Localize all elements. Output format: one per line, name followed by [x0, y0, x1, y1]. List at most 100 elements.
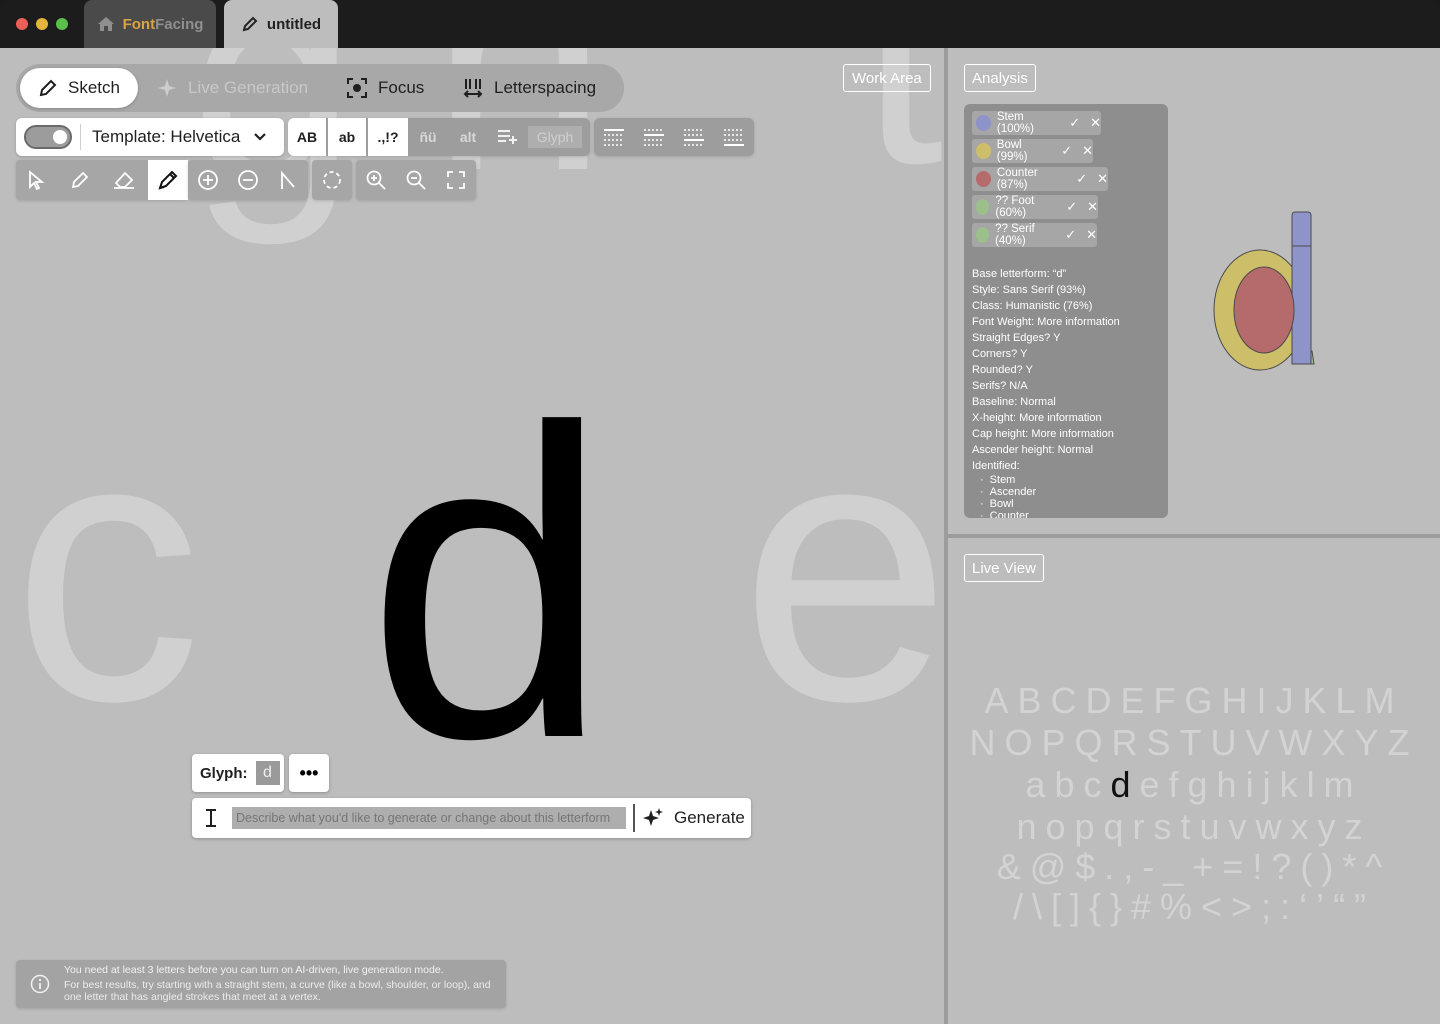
analysis-card: Stem (100%) ✓ ✕ Bowl (99%) ✓ ✕ Counter (87…	[964, 104, 1168, 518]
punctuation-button[interactable]: .,!?	[368, 118, 408, 156]
identified-item: Stem	[980, 474, 1120, 486]
pencil-icon	[71, 171, 89, 189]
glyph-selector-label: Glyph:	[200, 764, 248, 782]
title-bar: FontFacing untitled	[0, 0, 1440, 48]
analysis-details: Base letterform: “d” Style: Sans Serif (…	[972, 266, 1120, 518]
guides-xheight-button[interactable]	[634, 118, 674, 158]
glyph-selector[interactable]: Glyph: d	[192, 754, 284, 792]
mode-letterspacing-label: Letterspacing	[494, 78, 597, 97]
tab-untitled[interactable]: untitled	[224, 0, 338, 48]
feature-label: Stem (100%)	[996, 111, 1034, 135]
live-view-panel: Live View ABCDEFGHIJKLM NOPQRSTUVWXYZ ab…	[948, 538, 1440, 1024]
close-icon[interactable]: ✕	[1097, 171, 1108, 187]
lasso-tool[interactable]	[312, 160, 352, 200]
info-line-1: You need at least 3 letters before you c…	[64, 964, 444, 976]
uppercase-button[interactable]: AB	[288, 118, 326, 156]
feature-label: ?? Foot (60%)	[995, 195, 1035, 219]
close-icon[interactable]: ✕	[1090, 115, 1101, 131]
focus-icon	[347, 78, 367, 98]
guides-baseline-button[interactable]	[674, 118, 714, 158]
work-area-label: Work Area	[843, 64, 931, 92]
zoom-window-button[interactable]	[56, 18, 68, 30]
check-icon[interactable]: ✓	[1061, 143, 1072, 159]
pencil-icon	[39, 79, 57, 97]
divider	[633, 804, 635, 832]
more-options-button[interactable]: •••	[289, 754, 329, 792]
diacritics-button[interactable]: ñü	[410, 118, 446, 156]
lasso-icon	[323, 171, 341, 189]
foot-color-dot	[976, 199, 990, 215]
template-select[interactable]: Template: Helvetica	[92, 127, 240, 147]
detail-line: Identified:	[972, 460, 1020, 472]
mode-bar: Sketch Live Generation Focus Letterspaci…	[16, 64, 624, 112]
main-glyph[interactable]: d	[366, 365, 611, 805]
check-icon[interactable]: ✓	[1069, 115, 1080, 131]
check-icon[interactable]: ✓	[1066, 199, 1077, 215]
corner-point-tool[interactable]	[268, 160, 308, 200]
mode-live-generation[interactable]: Live Generation	[156, 68, 308, 108]
close-icon[interactable]: ✕	[1086, 227, 1097, 243]
sparkle-icon	[158, 79, 176, 97]
prompt-bar: Generate	[192, 798, 751, 838]
guides-icon	[604, 129, 624, 146]
guides-ascender-button[interactable]	[594, 118, 634, 158]
minus-circle-icon	[238, 170, 258, 190]
live-lowercase-after: efghijklm	[1139, 764, 1363, 805]
detail-line: Rounded? Y	[972, 364, 1033, 376]
prompt-input[interactable]	[232, 807, 626, 829]
divider	[80, 124, 81, 150]
pencil-tool[interactable]	[60, 160, 100, 200]
lasso-tool-group	[312, 160, 352, 200]
guides-descender-button[interactable]	[714, 118, 754, 158]
mode-focus[interactable]: Focus	[346, 68, 424, 108]
letterspacing-icon	[463, 79, 483, 98]
mode-sketch[interactable]: Sketch	[20, 68, 138, 108]
glyph-field[interactable]: Glyph	[528, 126, 582, 148]
generate-button[interactable]: Generate	[642, 798, 745, 838]
lowercase-button[interactable]: ab	[328, 118, 366, 156]
guide-lines-group	[594, 118, 754, 156]
mode-live-generation-label: Live Generation	[188, 78, 309, 97]
identified-item: Counter	[980, 510, 1120, 518]
identified-item: Ascender	[980, 486, 1120, 498]
chevron-down-icon[interactable]	[252, 129, 268, 145]
close-window-button[interactable]	[16, 18, 28, 30]
eraser-tool[interactable]	[104, 160, 144, 200]
guides-icon	[684, 129, 704, 146]
pencil-icon	[242, 16, 258, 32]
mode-letterspacing[interactable]: Letterspacing	[462, 68, 596, 108]
fit-screen-tool[interactable]	[436, 160, 476, 200]
minimize-window-button[interactable]	[36, 18, 48, 30]
add-point-tool[interactable]	[188, 160, 228, 200]
close-icon[interactable]: ✕	[1082, 143, 1093, 159]
point-tools	[188, 160, 308, 200]
zoom-out-tool[interactable]	[396, 160, 436, 200]
work-area[interactable]: g n t c e d Sketch Live Generation Focus…	[0, 48, 944, 1024]
brand-font: Font	[122, 15, 156, 33]
close-icon[interactable]: ✕	[1087, 199, 1098, 215]
select-tool[interactable]	[16, 160, 56, 200]
live-current-glyph[interactable]: d	[1110, 764, 1139, 805]
live-row-lowercase-1: abcdefghijklm	[948, 764, 1440, 806]
bg-letter-c: c	[12, 355, 202, 780]
detail-line: X-height: More information	[972, 412, 1102, 424]
check-icon[interactable]: ✓	[1076, 171, 1087, 187]
live-toggle[interactable]	[24, 125, 72, 149]
remove-point-tool[interactable]	[228, 160, 268, 200]
pen-tool[interactable]	[148, 160, 188, 200]
add-glyph-button[interactable]	[492, 118, 524, 156]
feature-label: Counter (87%)	[996, 167, 1038, 191]
info-line-2: For best results, try starting with a st…	[64, 979, 491, 1003]
feature-counter: Counter (87%) ✓ ✕	[972, 167, 1108, 191]
mode-focus-label: Focus	[378, 78, 425, 97]
tab-home[interactable]: FontFacing	[84, 0, 216, 48]
live-view-label: Live View	[964, 554, 1044, 582]
detail-line: Class: Humanistic (76%)	[972, 300, 1093, 312]
corner-icon	[281, 170, 295, 189]
detail-line: Font Weight: More information	[972, 316, 1120, 328]
zoom-in-tool[interactable]	[356, 160, 396, 200]
alternates-button[interactable]: alt	[450, 118, 486, 156]
check-icon[interactable]: ✓	[1065, 227, 1076, 243]
serif-color-dot	[976, 227, 990, 243]
analysis-label: Analysis	[964, 64, 1036, 92]
